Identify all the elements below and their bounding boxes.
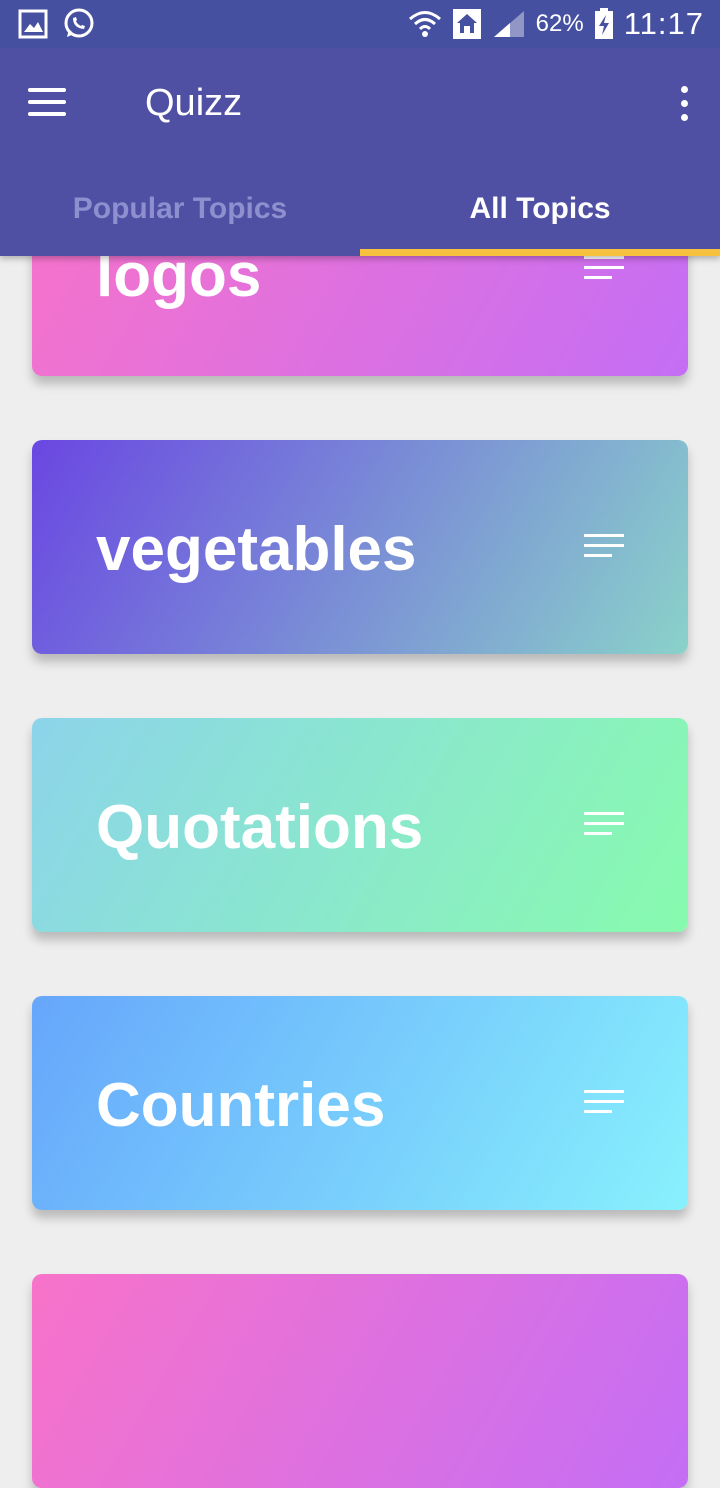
tab-label: All Topics <box>469 192 611 225</box>
tab-bar: Popular Topics All Topics <box>0 168 720 256</box>
topic-card-countries[interactable]: Countries <box>32 996 688 1210</box>
card-menu-icon <box>584 812 624 840</box>
signal-icon <box>493 11 524 37</box>
hamburger-menu-icon[interactable] <box>28 88 68 118</box>
status-bar: 62% 11:17 <box>0 0 720 48</box>
gallery-icon <box>18 9 48 39</box>
topic-card-partial[interactable] <box>32 1274 688 1488</box>
topic-label: vegetables <box>96 515 417 584</box>
status-bar-system: 62% 11:17 <box>408 6 704 42</box>
home-icon <box>452 9 481 39</box>
card-menu-icon <box>584 256 624 284</box>
app-bar: Quizz Popular Topics All Topics <box>0 48 720 256</box>
battery-percentage: 62% <box>535 10 584 37</box>
tab-popular-topics[interactable]: Popular Topics <box>0 168 360 256</box>
whatsapp-icon <box>64 8 94 38</box>
tab-all-topics[interactable]: All Topics <box>360 168 720 256</box>
topic-label: Countries <box>96 1071 386 1140</box>
tab-label: Popular Topics <box>72 192 288 225</box>
status-bar-notifications <box>18 6 96 42</box>
tab-indicator <box>360 249 720 256</box>
app-title: Quizz <box>145 82 243 124</box>
card-menu-icon <box>584 534 624 562</box>
card-menu-icon <box>584 1090 624 1118</box>
topic-card-vegetables[interactable]: vegetables <box>32 440 688 654</box>
clock: 11:17 <box>623 6 704 41</box>
more-vert-icon[interactable] <box>678 86 690 122</box>
battery-charging-icon <box>594 8 613 39</box>
topic-label: Quotations <box>96 793 424 862</box>
wifi-icon <box>408 11 441 37</box>
topic-card-quotations[interactable]: Quotations <box>32 718 688 932</box>
